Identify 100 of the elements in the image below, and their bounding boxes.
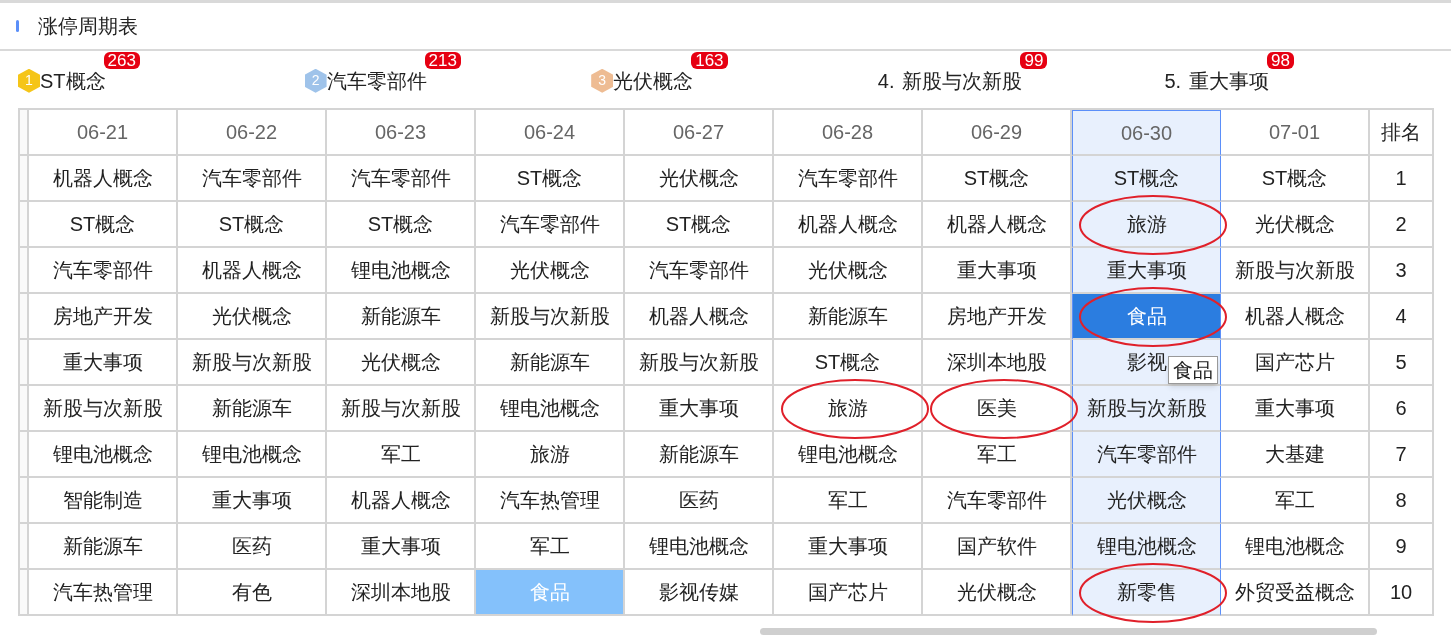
table-cell[interactable]: 光伏概念 — [1072, 478, 1221, 525]
table-cell[interactable]: ST概念 — [476, 156, 625, 203]
table-cell[interactable]: 汽车零部件 — [327, 156, 476, 203]
table-cell[interactable]: 重大事项 — [625, 386, 774, 433]
table-cell[interactable]: 锂电池概念 — [1221, 524, 1370, 571]
rank-cell: 6 — [1370, 386, 1434, 433]
medal-icon: 3 — [591, 68, 614, 93]
table-cell[interactable]: ST概念 — [327, 202, 476, 249]
table-cell[interactable]: 新股与次新股 — [476, 294, 625, 341]
count-badge: 99 — [1020, 51, 1048, 69]
table-cell[interactable]: 锂电池概念 — [327, 248, 476, 295]
scrollbar[interactable] — [760, 628, 1377, 635]
table-cell[interactable]: 汽车零部件 — [29, 248, 178, 295]
table-cell[interactable]: 重大事项 — [178, 478, 327, 525]
table-cell[interactable]: 光伏概念 — [327, 340, 476, 387]
table-cell[interactable]: 机器人概念 — [178, 248, 327, 295]
table-cell[interactable]: 汽车热管理 — [29, 570, 178, 617]
table-cell[interactable]: 新零售 — [1072, 570, 1221, 617]
table-cell[interactable]: 新能源车 — [476, 340, 625, 387]
table-cell[interactable]: 旅游 — [1072, 202, 1221, 249]
table-cell[interactable]: 新股与次新股 — [1072, 386, 1221, 433]
rank-number: 5. — [1164, 68, 1182, 94]
table-cell[interactable]: ST概念 — [29, 202, 178, 249]
date-header[interactable]: 06-28 — [774, 110, 923, 157]
date-header[interactable]: 06-30 — [1072, 110, 1221, 157]
table-cell[interactable]: 新股与次新股 — [178, 340, 327, 387]
table-cell[interactable]: 军工 — [774, 478, 923, 525]
date-header[interactable]: 06-24 — [476, 110, 625, 157]
table-cell[interactable]: 机器人概念 — [29, 156, 178, 203]
date-header[interactable]: 06-21 — [29, 110, 178, 157]
table-cell[interactable]: 锂电池概念 — [178, 432, 327, 479]
table-cell[interactable]: 影视传媒 — [625, 570, 774, 617]
table-cell[interactable]: 新能源车 — [29, 524, 178, 571]
table-cell[interactable]: 汽车零部件 — [774, 156, 923, 203]
date-header[interactable]: 06-22 — [178, 110, 327, 157]
table-cell[interactable]: 汽车零部件 — [476, 202, 625, 249]
rank-cell: 7 — [1370, 432, 1434, 479]
table-cell[interactable]: 机器人概念 — [774, 202, 923, 249]
table-cell[interactable]: 锂电池概念 — [625, 524, 774, 571]
table-cell[interactable]: ST概念 — [774, 340, 923, 387]
rank-number: 4. — [877, 68, 895, 94]
table-cell[interactable]: 大基建 — [1221, 432, 1370, 479]
table-cell[interactable]: 锂电池概念 — [476, 386, 625, 433]
table-cell[interactable]: 光伏概念 — [774, 248, 923, 295]
table-cell[interactable]: 重大事项 — [774, 524, 923, 571]
table-cell[interactable]: 国产芯片 — [1221, 340, 1370, 387]
table-cell[interactable]: 房地产开发 — [29, 294, 178, 341]
table-cell[interactable]: 重大事项 — [327, 524, 476, 571]
table-cell[interactable]: 锂电池概念 — [1072, 524, 1221, 571]
table-cell[interactable]: 医药 — [625, 478, 774, 525]
date-header[interactable]: 06-23 — [327, 110, 476, 157]
table-cell[interactable]: 汽车热管理 — [476, 478, 625, 525]
date-header[interactable]: 07-01 — [1221, 110, 1370, 157]
table-cell[interactable]: 新股与次新股 — [625, 340, 774, 387]
rank-cell: 1 — [1370, 156, 1434, 203]
table-cell[interactable]: 医药 — [178, 524, 327, 571]
table-cell[interactable]: 智能制造 — [29, 478, 178, 525]
table-cell[interactable]: 汽车零部件 — [625, 248, 774, 295]
table-cell[interactable]: 新股与次新股 — [327, 386, 476, 433]
medal-icon: 2 — [304, 68, 327, 93]
table-cell[interactable]: 新能源车 — [774, 294, 923, 341]
table-cell[interactable]: 重大事项 — [1221, 386, 1370, 433]
table-cell[interactable]: 机器人概念 — [1221, 294, 1370, 341]
table-cell[interactable]: 汽车零部件 — [1072, 432, 1221, 479]
table-cell[interactable]: 汽车零部件 — [178, 156, 327, 203]
table-cell[interactable]: 机器人概念 — [625, 294, 774, 341]
table-cell[interactable]: 旅游 — [774, 386, 923, 433]
date-header[interactable]: 06-27 — [625, 110, 774, 157]
table-cell[interactable]: 重大事项 — [1072, 248, 1221, 295]
table-cell[interactable]: 有色 — [178, 570, 327, 617]
table-cell[interactable]: 食品 — [1072, 294, 1221, 341]
concept-label: 重大事项 — [1189, 69, 1270, 92]
concept-label: 新股与次新股 — [902, 69, 1023, 92]
table-cell[interactable]: 新能源车 — [625, 432, 774, 479]
table-cell[interactable]: ST概念 — [625, 202, 774, 249]
rank-cell: 5 — [1370, 340, 1434, 387]
table-cell[interactable]: ST概念 — [178, 202, 327, 249]
table-cell[interactable]: 旅游 — [476, 432, 625, 479]
table-cell[interactable]: 光伏概念 — [178, 294, 327, 341]
concept-label: 光伏概念 — [613, 69, 694, 92]
table-cell[interactable]: 光伏概念 — [476, 248, 625, 295]
table-cell[interactable]: 新股与次新股 — [29, 386, 178, 433]
table-cell[interactable]: ST概念 — [1072, 156, 1221, 203]
rank-cell: 4 — [1370, 294, 1434, 341]
table-cell[interactable]: 军工 — [1221, 478, 1370, 525]
table-cell[interactable]: ST概念 — [1221, 156, 1370, 203]
concept-label: ST概念 — [40, 69, 106, 92]
table-cell[interactable]: 军工 — [327, 432, 476, 479]
table-cell[interactable]: 锂电池概念 — [774, 432, 923, 479]
table-cell[interactable]: 新股与次新股 — [1221, 248, 1370, 295]
table-cell[interactable]: 外贸受益概念 — [1221, 570, 1370, 617]
table-cell[interactable]: 光伏概念 — [1221, 202, 1370, 249]
table-cell[interactable]: 锂电池概念 — [29, 432, 178, 479]
table-cell[interactable]: 光伏概念 — [625, 156, 774, 203]
rank-cell: 8 — [1370, 478, 1434, 525]
table-cell[interactable]: 国产芯片 — [774, 570, 923, 617]
table-cell[interactable]: 新能源车 — [178, 386, 327, 433]
table-cell[interactable]: 重大事项 — [29, 340, 178, 387]
table-cell[interactable]: 新能源车 — [327, 294, 476, 341]
table-cell[interactable]: 机器人概念 — [327, 478, 476, 525]
